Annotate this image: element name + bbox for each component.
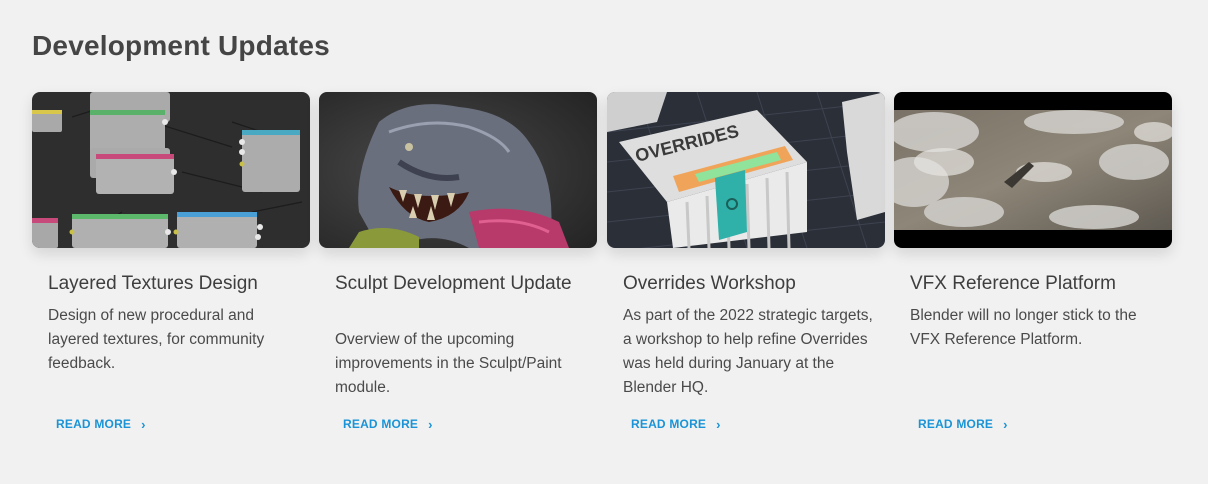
card-layered-textures: Layered Textures Design Design of new pr… bbox=[32, 92, 310, 452]
read-more-link[interactable]: READ MORE › bbox=[56, 417, 146, 431]
card-title[interactable]: Layered Textures Design bbox=[48, 272, 298, 296]
card-image-aerial-clouds[interactable] bbox=[894, 92, 1172, 248]
card-sculpt-update: Sculpt Development Update Overview of th… bbox=[319, 92, 597, 452]
card-image-sculpt-creature[interactable] bbox=[319, 92, 597, 248]
chevron-right-icon: › bbox=[141, 416, 146, 432]
card-title[interactable]: VFX Reference Platform bbox=[910, 272, 1160, 296]
card-overrides-workshop: OVERRIDES Overrides Workshop As part of … bbox=[607, 92, 885, 452]
card-description: Design of new procedural and layered tex… bbox=[48, 307, 265, 372]
read-more-label: READ MORE bbox=[631, 417, 707, 431]
read-more-label: READ MORE bbox=[56, 417, 132, 431]
card-image-overrides[interactable]: OVERRIDES bbox=[607, 92, 885, 248]
chevron-right-icon: › bbox=[716, 416, 721, 432]
read-more-link[interactable]: READ MORE › bbox=[343, 417, 433, 431]
chevron-right-icon: › bbox=[1003, 416, 1008, 432]
section-title: Development Updates bbox=[32, 30, 330, 61]
card-title[interactable]: Overrides Workshop bbox=[623, 272, 873, 296]
cards-row: Layered Textures Design Design of new pr… bbox=[32, 92, 1172, 452]
card-image-node-editor[interactable] bbox=[32, 92, 310, 248]
read-more-link[interactable]: READ MORE › bbox=[918, 417, 1008, 431]
card-title[interactable]: Sculpt Development Update bbox=[335, 272, 585, 296]
read-more-label: READ MORE bbox=[343, 417, 419, 431]
read-more-label: READ MORE bbox=[918, 417, 994, 431]
card-description: Blender will no longer stick to the VFX … bbox=[910, 307, 1137, 348]
development-updates-section: Development Updates Layered Textures Des… bbox=[0, 0, 1208, 484]
read-more-link[interactable]: READ MORE › bbox=[631, 417, 721, 431]
card-description: Overview of the upcoming improvements in… bbox=[335, 331, 562, 396]
chevron-right-icon: › bbox=[428, 416, 433, 432]
card-vfx-platform: VFX Reference Platform Blender will no l… bbox=[894, 92, 1172, 452]
card-description: As part of the 2022 strategic targets, a… bbox=[623, 307, 873, 396]
